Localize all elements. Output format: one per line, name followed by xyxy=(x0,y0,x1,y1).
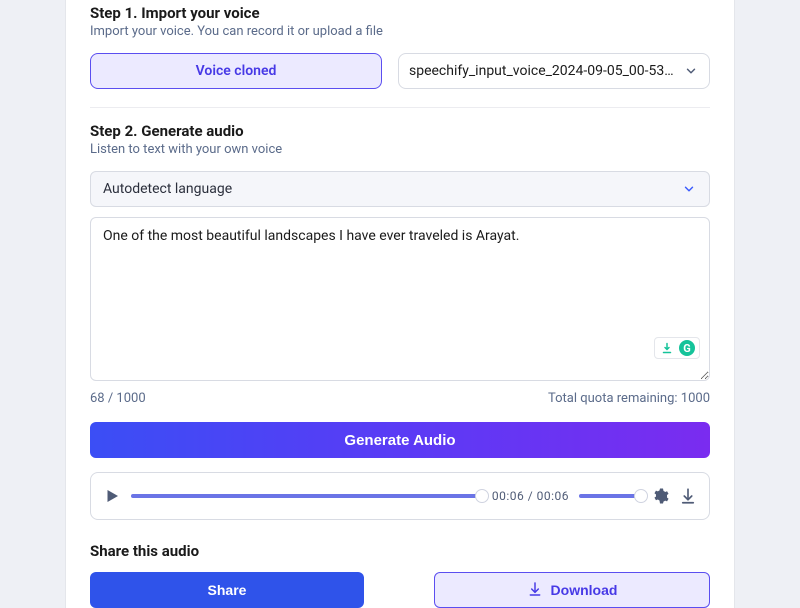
voice-select-value: speechify_input_voice_2024-09-05_00-53-3… xyxy=(409,63,677,79)
quota-counter: Total quota remaining: 1000 xyxy=(548,391,710,406)
audio-player: 00:06 / 00:06 xyxy=(90,472,710,520)
voice-select-dropdown[interactable]: speechify_input_voice_2024-09-05_00-53-3… xyxy=(398,53,710,89)
step1-subtitle: Import your voice. You can record it or … xyxy=(90,24,710,39)
step2-subtitle: Listen to text with your own voice xyxy=(90,142,710,157)
slider-thumb[interactable] xyxy=(634,489,648,503)
volume-slider[interactable] xyxy=(579,494,641,498)
download-button[interactable]: Download xyxy=(434,572,710,608)
download-icon xyxy=(527,581,543,600)
chevron-down-icon xyxy=(683,63,699,79)
play-button[interactable] xyxy=(103,487,121,505)
grammarly-icon: G xyxy=(679,340,695,356)
download-button-label: Download xyxy=(551,582,618,598)
step2-title: Step 2. Generate audio xyxy=(90,122,710,140)
extension-download-icon xyxy=(659,340,675,356)
language-select-dropdown[interactable]: Autodetect language xyxy=(90,171,710,207)
char-counter: 68 / 1000 xyxy=(90,391,146,406)
generate-audio-button[interactable]: Generate Audio xyxy=(90,422,710,458)
download-audio-button[interactable] xyxy=(679,487,697,505)
slider-thumb[interactable] xyxy=(475,489,489,503)
language-select-value: Autodetect language xyxy=(103,181,232,197)
text-input[interactable] xyxy=(90,217,710,381)
step1-title: Step 1. Import your voice xyxy=(90,4,710,22)
settings-button[interactable] xyxy=(651,487,669,505)
share-section-title: Share this audio xyxy=(90,542,710,560)
time-display: 00:06 / 00:06 xyxy=(492,489,569,503)
section-divider xyxy=(90,107,710,108)
voice-cloned-button[interactable]: Voice cloned xyxy=(90,53,382,89)
progress-slider[interactable] xyxy=(131,494,482,498)
share-button[interactable]: Share xyxy=(90,572,364,608)
grammarly-badge[interactable]: G xyxy=(654,337,700,359)
chevron-down-icon xyxy=(681,181,697,197)
